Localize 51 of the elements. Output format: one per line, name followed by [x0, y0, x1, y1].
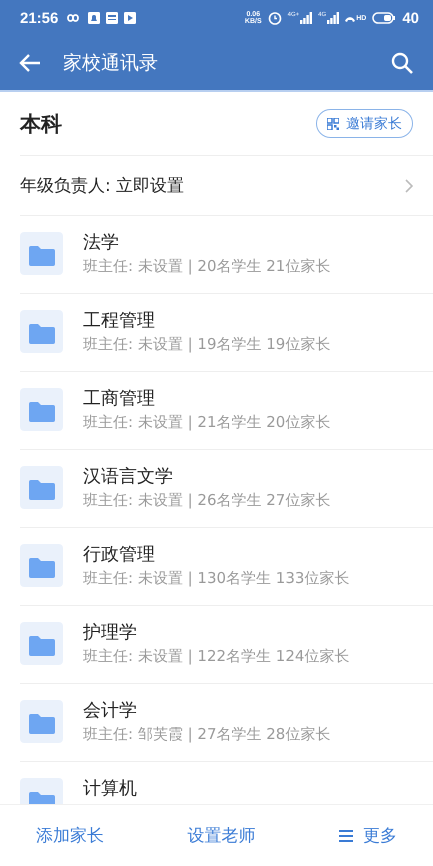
alarm-icon	[268, 11, 282, 25]
class-row[interactable]: 护理学 班主任: 未设置 | 122名学生 124位家长	[20, 606, 433, 684]
folder-icon	[20, 700, 63, 743]
play-icon	[124, 12, 136, 24]
class-name: 计算机	[83, 778, 137, 800]
action-button[interactable]: 设置老师	[188, 824, 256, 847]
class-name: 工商管理	[83, 388, 156, 410]
battery-icon	[372, 12, 396, 24]
class-name: 工程管理	[83, 310, 156, 332]
grade-row[interactable]: 年级负责人: 立即设置	[20, 156, 433, 216]
class-row[interactable]: 工商管理 班主任: 未设置 | 21名学生 20位家长	[20, 372, 433, 450]
back-arrow-icon[interactable]	[19, 54, 41, 72]
search-icon[interactable]	[391, 52, 413, 74]
signal-icon	[300, 12, 312, 24]
battery-level: 40	[402, 10, 419, 26]
class-row[interactable]: 工程管理 班主任: 未设置 | 19名学生 19位家长	[20, 294, 433, 372]
class-details: 班主任: 未设置 | 21名学生 20位家长	[83, 413, 330, 432]
signal-icon	[327, 12, 340, 24]
invite-button[interactable]: 邀请家长	[316, 109, 413, 138]
class-row[interactable]: 汉语言文学 班主任: 未设置 | 26名学生 27位家长	[20, 450, 433, 528]
class-row[interactable]: 会计学 班主任: 邹芙霞 | 27名学生 28位家长	[20, 684, 433, 762]
folder-icon	[20, 466, 63, 509]
class-row[interactable]: 法学 班主任: 未设置 | 20名学生 21位家长	[20, 216, 433, 294]
class-details: 班主任: 未设置 | 130名学生 133位家长	[83, 569, 350, 588]
folder-icon	[20, 622, 63, 665]
qr-code-icon	[327, 118, 339, 130]
screen-title: 家校通讯录	[63, 51, 159, 76]
class-name: 法学	[83, 232, 120, 254]
class-details: 班主任: 未设置 | 19名学生 19位家长	[83, 335, 330, 354]
class-name: 汉语言文学	[83, 466, 174, 488]
class-name: 会计学	[83, 700, 138, 722]
action-button[interactable]: 添加家长	[36, 824, 104, 847]
menu-icon	[339, 830, 353, 842]
folder-icon	[20, 388, 63, 431]
more-button[interactable]: 更多	[339, 824, 397, 847]
chevron-right-icon	[405, 178, 413, 192]
class-details: 班主任: 未设置 | 20名学生 21位家长	[83, 257, 330, 276]
class-details: 班主任: 未设置 | 26名学生 27位家长	[83, 491, 330, 510]
status-time: 21:56	[20, 10, 58, 26]
notification-icon	[88, 12, 100, 24]
news-icon	[106, 12, 118, 24]
class-details: 班主任: 邹芙霞 | 27名学生 28位家长	[83, 725, 330, 744]
class-name: 行政管理	[83, 544, 156, 566]
folder-icon	[20, 544, 63, 587]
phone-icon	[345, 16, 356, 22]
section-title: 本科	[20, 110, 62, 138]
folder-icon	[20, 310, 63, 353]
folder-icon	[20, 232, 63, 275]
class-row[interactable]: 行政管理 班主任: 未设置 | 130名学生 133位家长	[20, 528, 433, 606]
class-name: 护理学	[83, 622, 138, 644]
class-details: 班主任: 未设置 | 122名学生 124位家长	[83, 647, 350, 666]
